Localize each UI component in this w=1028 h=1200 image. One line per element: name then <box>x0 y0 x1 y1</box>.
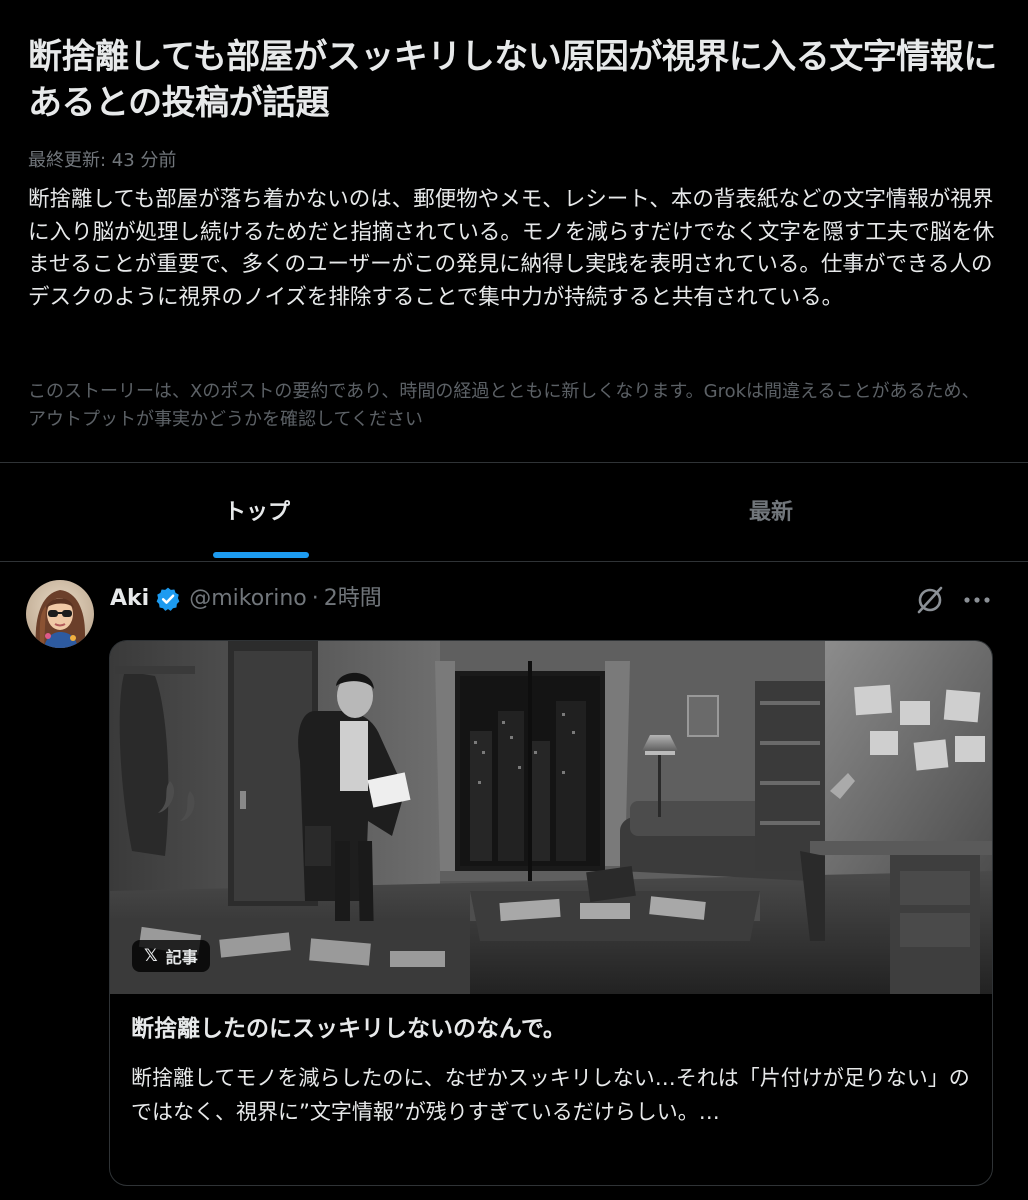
author-name[interactable]: Aki <box>110 584 149 614</box>
article-cover-image <box>110 641 992 994</box>
tab-latest[interactable]: 最新 <box>514 463 1028 561</box>
story-updated-time: 最終更新: 43 分前 <box>28 150 177 171</box>
story-title: 断捨離しても部屋がスッキリしない原因が視界に入る文字情報にあるとの投稿が話題 <box>28 37 997 123</box>
article-card[interactable]: 𝕏 記事 断捨離したのにスッキリしないのなんで。 断捨離してモノを減らしたのに、… <box>109 640 993 1186</box>
tab-top[interactable]: トップ <box>0 463 514 561</box>
verified-badge-icon <box>156 587 180 611</box>
tab-bar: トップ 最新 <box>0 463 1028 562</box>
active-tab-indicator <box>213 552 309 558</box>
tab-latest-label: 最新 <box>748 500 793 525</box>
post[interactable]: Aki @mikorino · 2時間 𝕏 記事 断捨離したのにスッキリしないの… <box>0 562 1028 1200</box>
x-logo-icon: 𝕏 <box>144 946 158 966</box>
story-disclaimer: このストーリーは、Xのポストの要約であり、時間の経過とともに新しくなります。Gr… <box>28 381 980 430</box>
post-header: Aki @mikorino · 2時間 <box>110 584 382 614</box>
grok-icon[interactable] <box>914 584 946 616</box>
dot-separator: · <box>311 586 319 611</box>
article-badge-label: 記事 <box>165 948 198 967</box>
article-title[interactable]: 断捨離したのにスッキリしないのなんで。 <box>131 1013 971 1045</box>
tab-top-label: トップ <box>223 500 290 525</box>
avatar[interactable] <box>26 580 94 648</box>
post-time[interactable]: 2時間 <box>324 584 382 614</box>
more-options-icon[interactable] <box>960 584 994 616</box>
trend-story: 断捨離しても部屋がスッキリしない原因が視界に入る文字情報にあるとの投稿が話題 最… <box>0 0 1028 463</box>
story-summary: 断捨離しても部屋が落ち着かないのは、郵便物やメモ、レシート、本の背表紙などの文字… <box>28 187 995 310</box>
author-handle[interactable]: @mikorino <box>189 584 307 614</box>
article-badge: 𝕏 記事 <box>132 940 210 972</box>
article-description: 断捨離してモノを減らしたのに、なぜかスッキリしない…それは「片付けが足りない」の… <box>131 1066 970 1124</box>
